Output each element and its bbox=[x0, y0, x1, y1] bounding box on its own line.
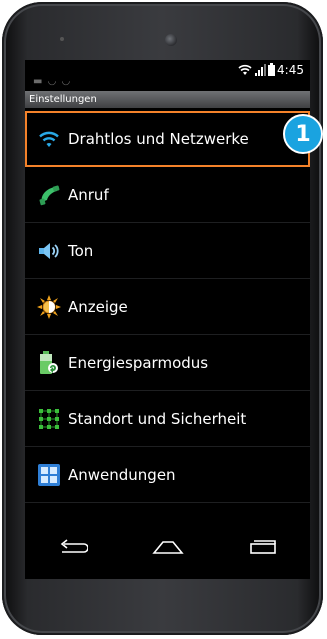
apps-icon bbox=[34, 463, 64, 487]
settings-item-label: Standort und Sicherheit bbox=[68, 409, 247, 428]
status-bar: ▬ ◡ ◡ 4:45 bbox=[25, 60, 310, 90]
settings-item-wireless[interactable]: Drahtlos und Netzwerke bbox=[25, 111, 310, 167]
brightness-icon bbox=[34, 294, 64, 319]
front-camera bbox=[165, 34, 177, 46]
navigation-bar bbox=[25, 515, 310, 579]
settings-item-display[interactable]: Anzeige bbox=[25, 279, 310, 335]
settings-item-label: Anzeige bbox=[68, 297, 128, 316]
app-title: Einstellungen bbox=[25, 91, 310, 108]
screen: ▬ ◡ ◡ 4:45 Einstellungen Drahtlos und Ne… bbox=[25, 60, 310, 579]
settings-item-applications[interactable]: Anwendungen bbox=[25, 447, 310, 503]
recents-icon[interactable] bbox=[243, 535, 283, 559]
settings-item-sound[interactable]: Ton bbox=[25, 223, 310, 279]
status-bar-right: 4:45 bbox=[238, 62, 304, 78]
settings-item-label: Drahtlos und Netzwerke bbox=[68, 129, 249, 148]
back-icon[interactable] bbox=[53, 535, 93, 559]
wifi-icon bbox=[34, 127, 64, 151]
step-number-badge: 1 bbox=[283, 114, 323, 154]
settings-item-power-saving[interactable]: Energiesparmodus bbox=[25, 335, 310, 391]
settings-item-location-security[interactable]: Standort und Sicherheit bbox=[25, 391, 310, 447]
status-bar-notifications: ▬ ◡ ◡ bbox=[33, 76, 72, 87]
speaker-icon bbox=[34, 239, 64, 263]
settings-item-label: Energiesparmodus bbox=[68, 353, 209, 372]
settings-item-label: Anruf bbox=[68, 185, 109, 204]
home-icon[interactable] bbox=[148, 535, 188, 559]
settings-item-call[interactable]: Anruf bbox=[25, 167, 310, 223]
front-sensor bbox=[60, 37, 64, 41]
phone-icon bbox=[34, 183, 64, 207]
location-grid-icon bbox=[34, 407, 64, 431]
wifi-status-icon bbox=[238, 61, 252, 80]
phone-frame: ▬ ◡ ◡ 4:45 Einstellungen Drahtlos und Ne… bbox=[2, 2, 323, 635]
settings-list: Drahtlos und Netzwerke Anruf Ton Anzeige… bbox=[25, 111, 310, 503]
battery-icon bbox=[268, 61, 276, 80]
settings-item-label: Anwendungen bbox=[68, 465, 176, 484]
settings-item-label: Ton bbox=[68, 241, 94, 260]
signal-icon bbox=[254, 61, 267, 80]
battery-saver-icon bbox=[34, 350, 64, 375]
status-time: 4:45 bbox=[277, 63, 304, 77]
